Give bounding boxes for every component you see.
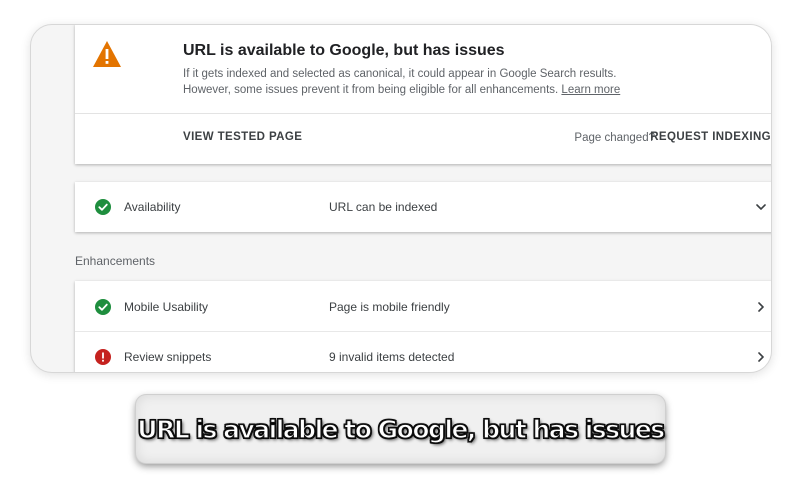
request-indexing-button[interactable]: REQUEST INDEXING <box>650 131 771 143</box>
description-line-1: If it gets indexed and selected as canon… <box>183 68 617 80</box>
status-description: If it gets indexed and selected as canon… <box>183 66 653 98</box>
chevron-right-icon[interactable] <box>755 301 767 313</box>
warning-triangle-icon <box>93 41 121 67</box>
url-status-card: URL is available to Google, but has issu… <box>75 25 771 164</box>
availability-value: URL can be indexed <box>329 200 438 214</box>
enhancement-row-mobile-usability[interactable]: Mobile Usability Page is mobile friendly <box>75 281 771 332</box>
chevron-right-icon[interactable] <box>755 351 767 363</box>
enhancements-heading: Enhancements <box>75 254 156 268</box>
enhancements-card: Mobile Usability Page is mobile friendly… <box>75 281 771 372</box>
status-title: URL is available to Google, but has issu… <box>183 42 505 59</box>
page-changed-label: Page changed? <box>574 132 655 144</box>
mobile-usability-label: Mobile Usability <box>124 300 209 314</box>
check-circle-icon <box>95 299 111 315</box>
view-tested-page-button[interactable]: VIEW TESTED PAGE <box>183 131 302 143</box>
description-line-2: However, some issues prevent it from bei… <box>183 84 559 96</box>
screenshot-frame: URL is available to Google, but has issu… <box>30 24 772 373</box>
availability-card[interactable]: Availability URL can be indexed <box>75 182 771 232</box>
caption-banner: URL is available to Google, but has issu… <box>136 395 666 463</box>
review-snippets-label: Review snippets <box>124 350 212 364</box>
learn-more-link[interactable]: Learn more <box>561 84 620 96</box>
check-circle-icon <box>95 199 111 215</box>
availability-label: Availability <box>124 200 181 214</box>
card-divider <box>75 113 771 114</box>
enhancement-row-review-snippets[interactable]: Review snippets 9 invalid items detected <box>75 332 771 372</box>
mobile-usability-value: Page is mobile friendly <box>329 300 450 314</box>
error-circle-icon <box>95 349 111 365</box>
caption-text: URL is available to Google, but has issu… <box>137 414 666 444</box>
review-snippets-value: 9 invalid items detected <box>329 350 455 364</box>
chevron-down-icon[interactable] <box>755 201 767 213</box>
